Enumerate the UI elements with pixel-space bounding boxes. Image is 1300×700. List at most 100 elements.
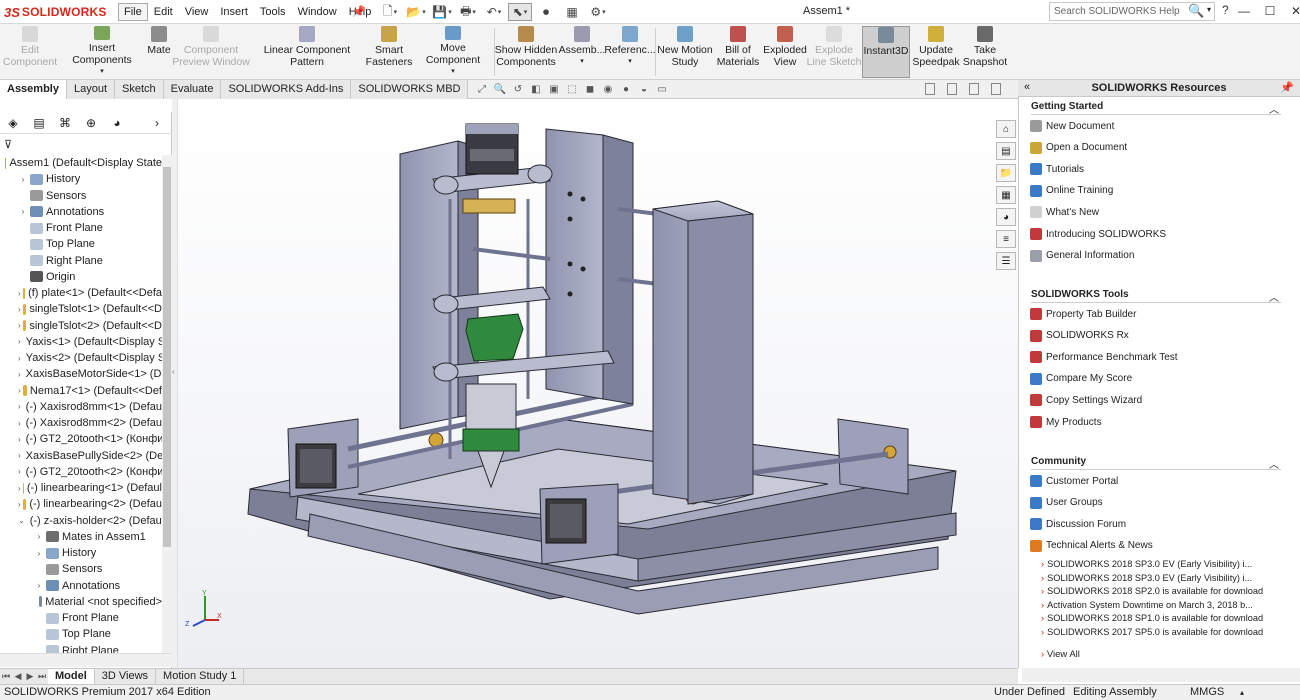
tree-node[interactable]: › Annotations bbox=[0, 204, 162, 220]
new-motion-study-button[interactable]: New Motion Study bbox=[657, 26, 713, 78]
tree-node[interactable]: Top Plane bbox=[0, 626, 162, 642]
prev-tab-icon[interactable]: ◀ bbox=[12, 669, 24, 684]
expand-arrow-icon[interactable]: › bbox=[18, 467, 21, 476]
tab-motion-study[interactable]: Motion Study 1 bbox=[156, 669, 245, 684]
tree-node[interactable]: Origin bbox=[0, 269, 162, 285]
viewport-maximize-icon[interactable] bbox=[969, 83, 979, 95]
tab-mbd[interactable]: SOLIDWORKS MBD bbox=[351, 80, 469, 99]
appearances-icon[interactable]: ◕ bbox=[996, 208, 1016, 226]
undo-icon[interactable]: ↶ ▾ bbox=[482, 3, 506, 21]
zoom-area-icon[interactable]: 🔍 bbox=[493, 82, 507, 96]
zoom-fit-icon[interactable]: ⤢ bbox=[475, 82, 489, 96]
search-dropdown-icon[interactable]: ▾ bbox=[1207, 5, 1211, 14]
expand-arrow-icon[interactable]: › bbox=[18, 321, 21, 330]
expand-arrow-icon[interactable]: › bbox=[18, 419, 21, 428]
menu-view[interactable]: View bbox=[179, 3, 215, 21]
graphics-area[interactable] bbox=[178, 99, 1018, 668]
menu-insert[interactable]: Insert bbox=[214, 3, 254, 21]
collapse-chevron-icon[interactable]: ︿ bbox=[1269, 456, 1279, 471]
tree-node[interactable]: › (-) GT2_20tooth<1> (Конфи bbox=[0, 431, 162, 447]
file-explorer-icon[interactable]: 📁 bbox=[996, 164, 1016, 182]
pin-menu-icon[interactable]: 📌 bbox=[352, 5, 366, 18]
resource-link[interactable]: › SOLIDWORKS 2018 SP1.0 is available for … bbox=[1041, 613, 1263, 623]
tree-node[interactable]: › Yaxis<2> (Default<Display S bbox=[0, 350, 162, 366]
help-icon[interactable]: ? bbox=[1222, 3, 1229, 17]
section-community[interactable]: Community ︿ bbox=[1031, 456, 1281, 471]
resource-link[interactable]: Technical Alerts & News bbox=[1030, 539, 1153, 552]
take-snapshot-button[interactable]: Take Snapshot bbox=[962, 26, 1008, 78]
edit-appearance-icon[interactable]: ● bbox=[619, 82, 633, 96]
exploded-view-button[interactable]: Exploded View bbox=[763, 26, 807, 78]
instant3d-button[interactable]: Instant3D bbox=[862, 26, 910, 78]
units-selector[interactable]: MMGS bbox=[1190, 686, 1224, 698]
tree-node[interactable]: Sensors bbox=[0, 561, 162, 577]
tab-evaluate[interactable]: Evaluate bbox=[163, 80, 222, 99]
move-component-button[interactable]: Move Component ▾ bbox=[414, 26, 492, 78]
viewport-minimize-icon[interactable] bbox=[925, 83, 935, 95]
tree-node[interactable]: Right Plane bbox=[0, 253, 162, 269]
menu-window[interactable]: Window bbox=[292, 3, 343, 21]
view-all-link[interactable]: › View All bbox=[1041, 649, 1080, 660]
tree-node[interactable]: Assem1 (Default<Display State bbox=[0, 155, 162, 171]
tree-node[interactable]: › History bbox=[0, 171, 162, 187]
solidworks-logo[interactable]: 3S SOLIDWORKS bbox=[4, 3, 107, 21]
resource-link[interactable]: SOLIDWORKS Rx bbox=[1030, 329, 1129, 342]
resource-link[interactable]: › SOLIDWORKS 2017 SP5.0 is available for … bbox=[1041, 627, 1263, 637]
tree-node[interactable]: › XaxisBasePullySide<2> (Def bbox=[0, 448, 162, 464]
resource-link[interactable]: › Activation System Downtime on March 3, … bbox=[1041, 600, 1253, 610]
assembly-features-button[interactable]: Assemb... ▾ bbox=[559, 26, 605, 78]
resource-link[interactable]: › SOLIDWORKS 2018 SP3.0 EV (Early Visibil… bbox=[1041, 559, 1252, 569]
scenes-icon[interactable]: ◒ bbox=[637, 82, 651, 96]
resource-link[interactable]: Property Tab Builder bbox=[1030, 308, 1136, 320]
tab-model[interactable]: Model bbox=[48, 669, 95, 684]
property-manager-tab-icon[interactable]: ▤ bbox=[30, 115, 48, 131]
linear-pattern-button[interactable]: Linear Component Pattern bbox=[250, 26, 364, 78]
viewport-close-icon[interactable] bbox=[991, 83, 1001, 95]
tree-node[interactable]: Right Plane bbox=[0, 643, 162, 653]
tree-node[interactable]: ⌄ (-) z-axis-holder<2> (Defaul bbox=[0, 513, 162, 529]
tree-scrollbar[interactable] bbox=[162, 155, 172, 653]
expand-arrow-icon[interactable]: › bbox=[34, 549, 44, 558]
expand-arrow-icon[interactable]: ⌄ bbox=[18, 516, 25, 525]
hide-show-icon[interactable]: ◉ bbox=[601, 82, 615, 96]
tree-node[interactable]: › XaxisBaseMotorSide<1> (De bbox=[0, 366, 162, 382]
last-tab-icon[interactable]: ⏭ bbox=[36, 669, 48, 684]
next-tab-icon[interactable]: ▶ bbox=[24, 669, 36, 684]
tree-node[interactable]: › singleTslot<1> (Default<<D bbox=[0, 301, 162, 317]
resource-link[interactable]: Compare My Score bbox=[1030, 372, 1132, 385]
expand-arrow-icon[interactable]: › bbox=[18, 500, 21, 509]
expand-arrow-icon[interactable]: › bbox=[18, 289, 21, 298]
resource-link[interactable]: Tutorials bbox=[1030, 163, 1084, 176]
bill-of-materials-button[interactable]: Bill of Materials bbox=[716, 26, 760, 78]
tree-node[interactable]: Sensors bbox=[0, 188, 162, 204]
tree-node[interactable]: › (-) Xaxisrod8mm<1> (Defau bbox=[0, 399, 162, 415]
filter-icon[interactable]: ⊽ bbox=[4, 138, 12, 151]
menu-tools[interactable]: Tools bbox=[254, 3, 292, 21]
collapse-chevron-icon[interactable]: ︿ bbox=[1269, 289, 1279, 304]
design-library-icon[interactable]: ▤ bbox=[996, 142, 1016, 160]
section-view-icon[interactable]: ◧ bbox=[529, 82, 543, 96]
open-icon[interactable]: 📂 ▾ bbox=[404, 3, 428, 21]
section-getting-started[interactable]: Getting Started ︿ bbox=[1031, 101, 1281, 116]
expand-arrow-icon[interactable]: › bbox=[18, 435, 21, 444]
menu-file[interactable]: File bbox=[118, 3, 148, 21]
show-hidden-button[interactable]: Show Hidden Components bbox=[495, 26, 557, 78]
expand-arrow-icon[interactable]: › bbox=[18, 337, 21, 346]
resource-link[interactable]: Customer Portal bbox=[1030, 475, 1118, 487]
tab-addins[interactable]: SOLIDWORKS Add-Ins bbox=[221, 80, 352, 99]
expand-arrow-icon[interactable]: › bbox=[34, 532, 44, 541]
reference-geometry-button[interactable]: Referenc... ▾ bbox=[604, 26, 656, 78]
resource-link[interactable]: Open a Document bbox=[1030, 141, 1127, 154]
print-icon[interactable]: 🖶 ▾ bbox=[456, 3, 480, 21]
first-tab-icon[interactable]: ⏮ bbox=[0, 669, 12, 684]
tree-node[interactable]: › Annotations bbox=[0, 578, 162, 594]
display-manager-tab-icon[interactable]: ◕ bbox=[108, 115, 126, 131]
mate-button[interactable]: Mate bbox=[146, 26, 172, 78]
explode-line-sketch-button[interactable]: Explode Line Sketch bbox=[807, 26, 861, 78]
tree-node[interactable]: › Nema17<1> (Default<<Def bbox=[0, 383, 162, 399]
minimize-icon[interactable]: — bbox=[1237, 2, 1251, 20]
search-icon[interactable]: 🔍 bbox=[1188, 3, 1204, 19]
expand-arrow-icon[interactable]: › bbox=[18, 484, 21, 493]
tree-node[interactable]: Material <not specified> bbox=[0, 594, 162, 610]
expand-arrow-icon[interactable]: › bbox=[18, 386, 21, 395]
